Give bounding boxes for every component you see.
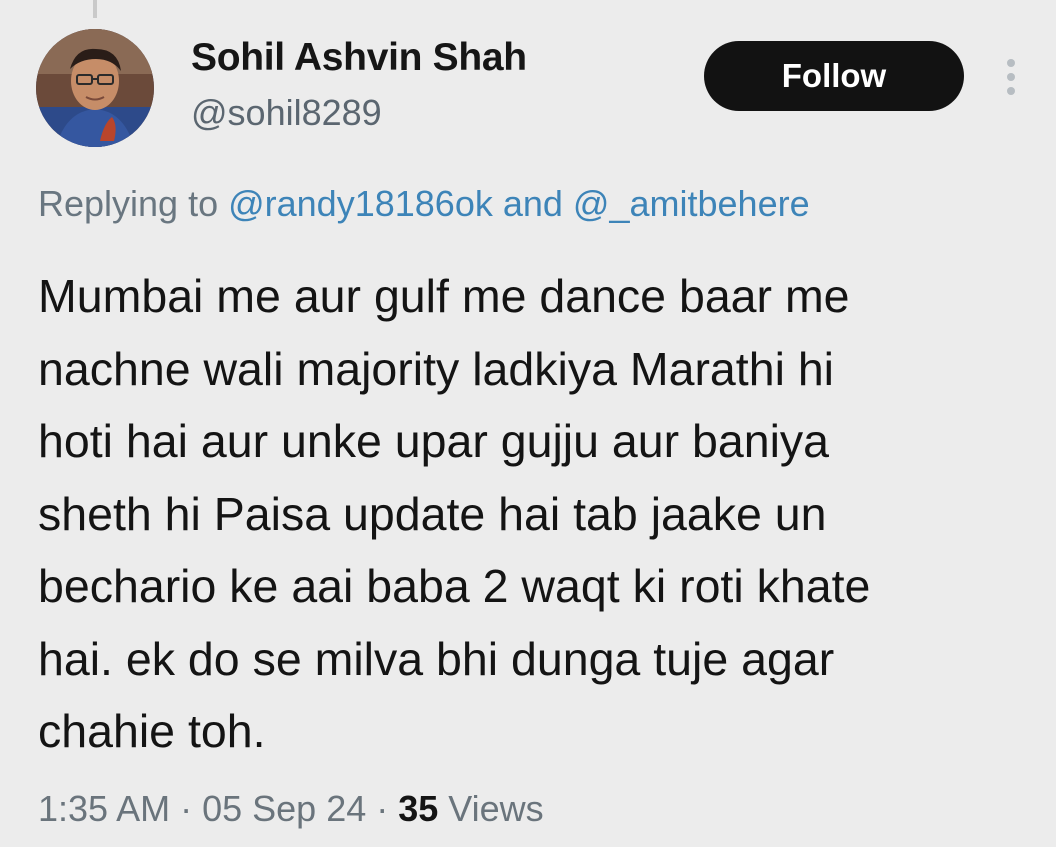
author-handle[interactable]: @sohil8289 bbox=[191, 92, 382, 134]
tweet-text-line: Mumbai me aur gulf me dance baar me bbox=[38, 270, 850, 322]
avatar-photo bbox=[36, 29, 154, 147]
tweet-text-line: chahie toh. bbox=[38, 705, 266, 757]
tweet-text-line: bechario ke aai baba 2 waqt ki roti khat… bbox=[38, 560, 871, 612]
views-count: 35 bbox=[398, 788, 439, 829]
tweet-text-line: hoti hai aur unke upar gujju aur baniya bbox=[38, 415, 830, 467]
avatar[interactable] bbox=[36, 29, 154, 147]
tweet-time[interactable]: 1:35 AM bbox=[38, 788, 170, 829]
meta-separator: · bbox=[366, 788, 399, 829]
replying-to-line: Replying to @randy18186ok and @_amitbehe… bbox=[38, 183, 810, 225]
meta-separator: · bbox=[170, 788, 203, 829]
tweet-text-line: hai. ek do se milva bhi dunga tuje agar bbox=[38, 632, 835, 685]
thread-connector-line bbox=[93, 0, 97, 18]
replying-to-label: Replying to bbox=[38, 183, 229, 224]
tweet-text-line: sheth hi Paisa update hai tab jaake un bbox=[38, 487, 827, 540]
reply-mention-joiner: and bbox=[492, 183, 573, 224]
views-label: Views bbox=[438, 788, 544, 829]
more-vertical-icon[interactable] bbox=[996, 55, 1026, 99]
tweet-date[interactable]: 05 Sep 24 bbox=[202, 788, 366, 829]
tweet-body: Mumbai me aur gulf me dance baar me nach… bbox=[38, 260, 1018, 768]
tweet-meta: 1:35 AM · 05 Sep 24 · 35 Views bbox=[38, 788, 544, 830]
follow-button[interactable]: Follow bbox=[704, 41, 964, 111]
tweet-text-line: nachne wali majority ladkiya Marathi hi bbox=[38, 342, 835, 395]
reply-mention-amitbehere[interactable]: @_amitbehere bbox=[573, 183, 810, 224]
author-display-name[interactable]: Sohil Ashvin Shah bbox=[191, 36, 527, 80]
reply-mention-randy18186ok[interactable]: @randy18186ok bbox=[228, 183, 493, 224]
